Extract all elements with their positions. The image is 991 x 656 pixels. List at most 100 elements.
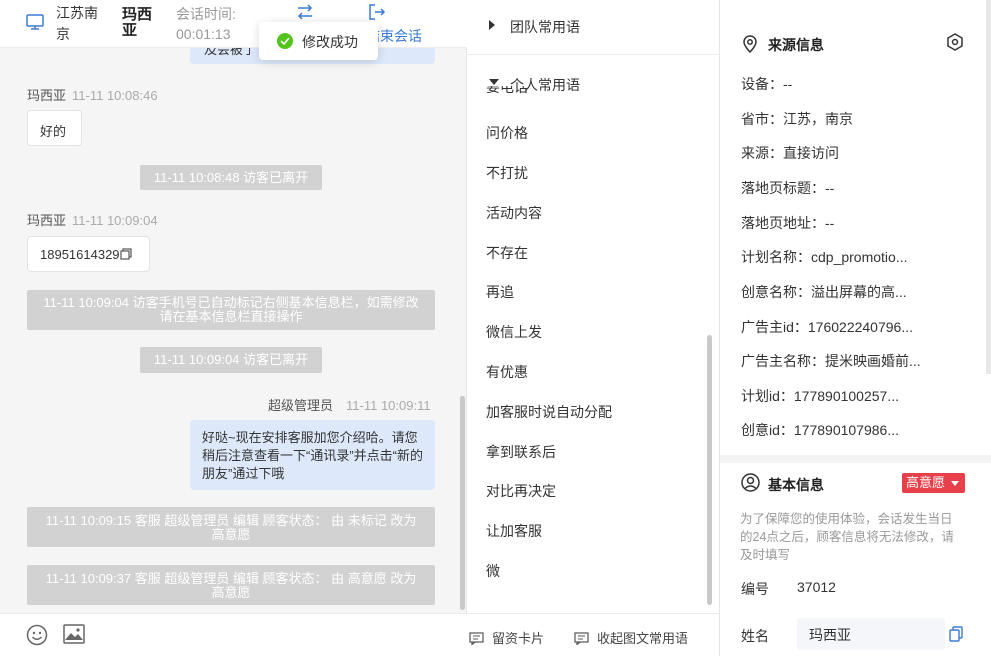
number-value: 37012 bbox=[797, 579, 836, 595]
message-text: 好的 bbox=[40, 124, 67, 139]
phrase-item[interactable]: 有优惠 bbox=[486, 362, 528, 382]
chevron-down-icon bbox=[951, 481, 959, 486]
phrase-item-label: 要电话 bbox=[486, 86, 528, 95]
phrases-footer: 留资卡片 收起图文常用语 bbox=[467, 613, 720, 656]
message-time: 11-11 10:08:46 bbox=[72, 88, 158, 103]
edit-notice: 为了保障您的使用体验，会话发生当日的24点之后，顾客信息将无法修改，请及时填写 bbox=[740, 512, 954, 562]
info-source: 来源：直接访问 bbox=[741, 145, 839, 161]
quick-phrases-panel: 团队常用语 个人常用语 要电话 问价格 不打扰 活动内容 不存在 再追 微信上发… bbox=[467, 0, 720, 656]
success-toast: 修改成功 bbox=[259, 22, 378, 60]
message-card-icon bbox=[574, 632, 589, 645]
phrases-scrollbar[interactable] bbox=[707, 335, 712, 605]
divider bbox=[467, 54, 720, 55]
info-province-city: 省市：江苏，南京 bbox=[741, 111, 853, 127]
message-time: 11-11 10:09:11 bbox=[346, 398, 431, 413]
info-plan-name: 计划名称：cdp_promotio... bbox=[741, 249, 908, 265]
info-scrollbar[interactable] bbox=[986, 0, 991, 374]
session-time-label: 会话时间: bbox=[176, 6, 236, 22]
message-time: 11-11 10:09:04 bbox=[72, 213, 158, 228]
chat-toolbar bbox=[0, 613, 467, 656]
visitor-info-panel: 来源信息 设备：-- 省市：江苏，南京 来源：直接访问 落地页标题：-- 落地页… bbox=[720, 0, 991, 656]
system-notice-text: 11-11 10:09:37 客服 超级管理员 编辑 顾客状态： 由 高意愿 改… bbox=[45, 571, 417, 600]
phrase-item[interactable]: 加客服时说自动分配 bbox=[486, 402, 612, 422]
monitor-icon bbox=[26, 14, 44, 30]
info-device: 设备：-- bbox=[741, 76, 793, 92]
agent-message-partial-text: 及会被了 bbox=[204, 48, 257, 57]
copy-icon[interactable] bbox=[119, 248, 132, 260]
message-meta: 玛西亚 11-11 10:08:46 bbox=[27, 85, 158, 104]
info-landing-title: 落地页标题：-- bbox=[741, 180, 835, 196]
toast-message: 修改成功 bbox=[302, 34, 358, 50]
phrase-item[interactable]: 微信上发 bbox=[486, 322, 542, 342]
collapse-phrases-label: 收起图文常用语 bbox=[597, 631, 689, 646]
name-field[interactable]: 玛西亚 bbox=[797, 618, 945, 650]
chat-panel: 江苏南京 玛西亚 会话时间: 00:01:13 结束会话 修改成功 及会被了 玛… bbox=[0, 0, 467, 656]
system-notice: 11-11 10:09:15 客服 超级管理员 编辑 顾客状态： 由 未标记 改… bbox=[27, 507, 435, 547]
system-notice: 11-11 10:09:37 客服 超级管理员 编辑 顾客状态： 由 高意愿 改… bbox=[27, 565, 435, 605]
chat-scrollbar[interactable] bbox=[460, 396, 465, 610]
phrase-item[interactable]: 对比再决定 bbox=[486, 481, 556, 501]
system-notice: 11-11 10:08:48 访客已离开 bbox=[140, 165, 322, 190]
info-advertiser-name: 广告主名称：提米映画婚前... bbox=[741, 353, 921, 369]
visitor-message: 18951614329 bbox=[27, 236, 150, 272]
copy-icon[interactable] bbox=[949, 626, 963, 642]
section-divider bbox=[720, 455, 991, 463]
phrase-item[interactable]: 活动内容 bbox=[486, 203, 542, 223]
message-meta: 玛西亚 11-11 10:09:04 bbox=[27, 210, 158, 229]
phrase-item[interactable]: 让加客服 bbox=[486, 521, 542, 541]
system-notice-text: 11-11 10:09:15 客服 超级管理员 编辑 顾客状态： 由 未标记 改… bbox=[45, 513, 417, 542]
customer-service-console: 江苏南京 玛西亚 会话时间: 00:01:13 结束会话 修改成功 及会被了 玛… bbox=[0, 0, 991, 656]
info-creative-name: 创意名称：溢出屏幕的高... bbox=[741, 284, 907, 300]
phrase-group-label: 团队常用语 bbox=[510, 19, 580, 35]
phrase-item[interactable]: 不打扰 bbox=[486, 163, 528, 183]
emoji-icon[interactable] bbox=[26, 624, 48, 646]
image-icon[interactable] bbox=[63, 624, 85, 644]
transfer-icon[interactable] bbox=[296, 4, 314, 20]
visitor-message: 好的 bbox=[27, 110, 82, 146]
visitor-location: 江苏南京 bbox=[56, 5, 98, 42]
user-circle-icon bbox=[741, 473, 760, 492]
collapse-phrases-button[interactable]: 收起图文常用语 bbox=[574, 628, 688, 647]
session-time-value: 00:01:13 bbox=[176, 26, 231, 42]
settings-hex-icon[interactable] bbox=[946, 33, 964, 51]
phrase-item[interactable]: 要电话 bbox=[486, 86, 566, 96]
info-landing-url: 落地页地址：-- bbox=[741, 215, 835, 231]
check-circle-icon bbox=[277, 33, 293, 49]
message-sender: 超级管理员 bbox=[268, 398, 334, 413]
phrase-item[interactable]: 问价格 bbox=[486, 123, 528, 143]
lead-card-label: 留资卡片 bbox=[492, 631, 545, 646]
message-text: 好哒~现在安排客服加您介绍哈。请您稍后注意查看一下“通讯录”并点击“新的朋友”通… bbox=[202, 430, 423, 481]
source-info-title: 来源信息 bbox=[768, 37, 824, 53]
info-advertiser-id: 广告主id：176022240796... bbox=[741, 319, 913, 335]
system-notice-text: 11-11 10:09:04 访客手机号已自动标记右侧基本信息栏，如需修改请在基… bbox=[43, 295, 419, 324]
system-notice-text: 11-11 10:09:04 访客已离开 bbox=[153, 352, 309, 367]
name-field-value: 玛西亚 bbox=[809, 627, 851, 643]
caret-down-icon bbox=[489, 79, 499, 85]
phrase-item[interactable]: 再追 bbox=[486, 282, 514, 302]
phrase-item[interactable]: 拿到联系后 bbox=[486, 442, 556, 462]
system-notice: 11-11 10:09:04 访客手机号已自动标记右侧基本信息栏，如需修改请在基… bbox=[27, 290, 435, 330]
location-pin-icon bbox=[743, 35, 757, 53]
message-card-icon bbox=[469, 632, 484, 645]
intent-status-dropdown[interactable]: 高意愿 bbox=[902, 473, 965, 493]
system-notice: 11-11 10:09:04 访客已离开 bbox=[140, 347, 322, 373]
exit-icon[interactable] bbox=[368, 3, 386, 21]
name-label: 姓名 bbox=[741, 628, 769, 644]
message-meta: 超级管理员 11-11 10:09:11 bbox=[268, 395, 431, 414]
lead-card-button[interactable]: 留资卡片 bbox=[469, 628, 544, 647]
phrase-item[interactable]: 微 bbox=[486, 561, 500, 581]
message-sender: 玛西亚 bbox=[27, 213, 67, 228]
caret-right-icon bbox=[489, 20, 495, 30]
intent-status-label: 高意愿 bbox=[906, 475, 946, 490]
basic-info-title: 基本信息 bbox=[768, 477, 824, 493]
visitor-name: 玛西亚 bbox=[122, 6, 153, 39]
phone-number-text: 18951614329 bbox=[40, 247, 120, 262]
message-sender: 玛西亚 bbox=[27, 88, 67, 103]
info-plan-id: 计划id：177890100257... bbox=[741, 388, 899, 404]
number-label: 编号 bbox=[741, 581, 769, 597]
phrase-item[interactable]: 不存在 bbox=[486, 243, 528, 263]
agent-message: 好哒~现在安排客服加您介绍哈。请您稍后注意查看一下“通讯录”并点击“新的朋友”通… bbox=[190, 420, 435, 490]
chat-header: 江苏南京 玛西亚 会话时间: 00:01:13 结束会话 bbox=[0, 0, 467, 48]
info-creative-id: 创意id：177890107986... bbox=[741, 422, 899, 438]
system-notice-text: 11-11 10:08:48 访客已离开 bbox=[153, 170, 309, 185]
